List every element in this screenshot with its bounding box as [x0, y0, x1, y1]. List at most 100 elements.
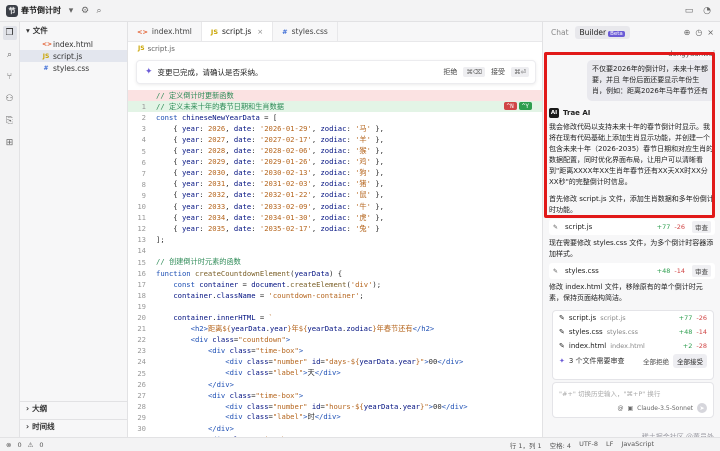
gear-icon[interactable]: ⚙ [78, 4, 92, 18]
code-line[interactable]: 27 <div class="time-box"> [128, 390, 542, 401]
line-ending[interactable]: LF [606, 440, 613, 450]
code-line[interactable]: 28 <div class="number" id="hours-${yearD… [128, 401, 542, 412]
reject-all-button[interactable]: 全部拒绝 [643, 356, 669, 366]
diff-reject-button[interactable]: ^N [503, 102, 517, 111]
code-line[interactable]: 21 <h2>距离${yearData.year}年${yearData.zod… [128, 323, 542, 334]
code-text: // 创建倒计时元素的函数 [156, 257, 241, 266]
search-icon[interactable]: ⌕ [92, 4, 106, 18]
code-line[interactable]: 26 </div> [128, 379, 542, 390]
code-text: // 定义未来十年的春节日期和生肖数据 [156, 101, 284, 111]
accept-button[interactable]: 接受 [488, 66, 508, 78]
code-text: <div class="number" id="days-${yearData.… [225, 357, 464, 367]
code-text: ]; [156, 235, 165, 245]
account-icon[interactable]: ◔ [700, 4, 714, 18]
tab-index-html[interactable]: <> index.html [128, 22, 202, 41]
extensions-icon[interactable]: ⊞ [3, 136, 17, 150]
review-file-path: styles.css [606, 328, 639, 336]
indentation[interactable]: 空格: 4 [550, 440, 571, 450]
review-row[interactable]: ✎ index.html index.html +2 -28 [553, 339, 713, 353]
code-line[interactable]: 25 <div class="label">天</div> [128, 368, 542, 379]
remote-icon[interactable]: ⎘ [3, 114, 17, 128]
accept-all-button[interactable]: 全部接受 [673, 354, 707, 368]
tab-chat[interactable]: Chat [551, 28, 569, 37]
file-chip-script-js[interactable]: ✎ script.js +77 -26 审查 [549, 219, 715, 235]
code-line[interactable]: 12 { year: 2035, date: '2035-02-17', zod… [128, 223, 542, 234]
file-item-script-js[interactable]: JS script.js [20, 50, 127, 62]
code-line[interactable]: 30 </div> [128, 423, 542, 434]
project-switcher[interactable]: 节 春节倒计时 ▾ [6, 4, 78, 18]
code-line[interactable]: 24 <div class="number" id="days-${yearDa… [128, 356, 542, 367]
code-area[interactable]: // 定义倒计时更新函数 1 // 定义未来十年的春节日期和生肖数据 ^N ^Y 2 con… [128, 90, 542, 444]
code-line[interactable]: // 定义倒计时更新函数 [128, 90, 542, 101]
explorer-header[interactable]: ▾ 文件 [20, 22, 127, 38]
review-row[interactable]: ✎ styles.css styles.css +48 -14 [553, 325, 713, 339]
breadcrumb-file[interactable]: script.js [148, 45, 175, 53]
tab-builder[interactable]: Builder Beta [574, 25, 630, 39]
code-line[interactable]: 19 [128, 301, 542, 312]
outline-section[interactable]: › 大纲 [20, 401, 128, 415]
history-icon[interactable]: ◷ [695, 28, 702, 37]
file-item-styles-css[interactable]: # styles.css [20, 62, 127, 74]
ai-message: 我会修改代码以支持未来十年的春节倒计时显示。我将在现有代码基础上添加生肖显示功能… [549, 123, 714, 186]
close-icon[interactable]: × [257, 28, 263, 36]
layout-icon[interactable]: ▭ [682, 4, 696, 18]
code-line[interactable]: 14 [128, 245, 542, 256]
code-line[interactable]: 7 { year: 2030, date: '2030-02-13', zodi… [128, 168, 542, 179]
explorer-icon[interactable]: ❐ [2, 26, 17, 40]
code-line[interactable]: 29 <div class="label">时</div> [128, 412, 542, 423]
tab-styles-css[interactable]: # styles.css [273, 22, 338, 41]
language-mode[interactable]: JavaScript [621, 440, 654, 450]
code-line[interactable]: 20 container.innerHTML = ` [128, 312, 542, 323]
code-text: function createCountdownElement(yearData… [156, 268, 343, 278]
code-line[interactable]: 8 { year: 2031, date: '2031-02-03', zodi… [128, 179, 542, 190]
line-number: 5 [141, 146, 146, 156]
line-number: 14 [137, 246, 146, 256]
code-line[interactable]: 10 { year: 2033, date: '2033-02-09', zod… [128, 201, 542, 212]
code-line[interactable]: 1 // 定义未来十年的春节日期和生肖数据 ^N ^Y [128, 101, 542, 113]
code-text: { year: 2028, date: '2028-02-06', zodiac… [156, 146, 384, 155]
file-item-index-html[interactable]: <> index.html [20, 38, 127, 50]
mention-icon[interactable]: @ [617, 405, 623, 412]
code-line[interactable]: 9 { year: 2032, date: '2032-01-22', zodi… [128, 190, 542, 201]
code-line[interactable]: 2 const chineseNewYearData = [ [128, 112, 542, 123]
new-chat-icon[interactable]: ⊕ [684, 28, 691, 37]
code-line[interactable]: 22 <div class="countdown"> [128, 334, 542, 345]
diff-accept-button[interactable]: ^Y [518, 102, 532, 111]
code-line[interactable]: 23 <div class="time-box"> [128, 345, 542, 356]
tab-script-js[interactable]: JS script.js × [201, 22, 274, 41]
encoding[interactable]: UTF-8 [579, 440, 598, 450]
review-additions: +48 [678, 328, 693, 336]
search-icon[interactable]: ⌕ [3, 48, 17, 62]
image-icon[interactable]: ▣ [627, 405, 633, 412]
code-text: <div class="label">天</div> [225, 368, 341, 377]
line-number: 23 [137, 346, 146, 356]
code-line[interactable]: 17 const container = document.createElem… [128, 279, 542, 290]
error-icon[interactable]: ⊗ [6, 441, 11, 449]
code-line[interactable]: 16 function createCountdownElement(yearDa… [128, 268, 542, 279]
source-control-icon[interactable]: ⑂ [3, 70, 17, 84]
review-button[interactable]: 审查 [692, 265, 711, 277]
debug-icon[interactable]: ⚇ [3, 92, 17, 106]
review-row[interactable]: ✎ script.js script.js +77 -26 [553, 311, 713, 325]
warning-icon[interactable]: ⚠ [28, 441, 34, 449]
code-line[interactable]: 15 // 创建倒计时元素的函数 [128, 257, 542, 268]
code-line[interactable]: 13]; [128, 234, 542, 245]
review-deletions: -26 [696, 314, 707, 322]
code-line[interactable]: 18 container.className = 'countdown-cont… [128, 290, 542, 301]
code-line[interactable]: 6 { year: 2029, date: '2029-01-26', zodi… [128, 157, 542, 168]
code-line[interactable]: 5 { year: 2028, date: '2028-02-06', zodi… [128, 146, 542, 157]
model-selector[interactable]: Claude-3.5-Sonnet [637, 405, 693, 412]
review-button[interactable]: 审查 [692, 221, 711, 233]
code-line[interactable]: 3 { year: 2026, date: '2026-01-29', zodi… [128, 123, 542, 134]
close-icon[interactable]: × [707, 28, 714, 37]
send-icon[interactable]: ➤ [697, 403, 707, 413]
file-chip-styles-css[interactable]: ✎ styles.css +48 -14 审查 [549, 263, 715, 279]
code-line[interactable]: 4 { year: 2027, date: '2027-02-17', zodi… [128, 134, 542, 145]
edit-icon: ✎ [559, 314, 565, 322]
timeline-section[interactable]: › 时间线 [20, 419, 128, 433]
reject-button[interactable]: 拒绝 [440, 66, 460, 78]
chat-input[interactable]: "#+" 切换历史输入，"⌘+P" 换行 @ ▣ Claude-3.5-Sonn… [552, 382, 714, 418]
notice-text: 变更已完成，请确认是否采纳。 [157, 67, 263, 77]
code-line[interactable]: 11 { year: 2034, date: '2034-01-30', zod… [128, 212, 542, 223]
cursor-position[interactable]: 行 1，列 1 [510, 440, 542, 450]
